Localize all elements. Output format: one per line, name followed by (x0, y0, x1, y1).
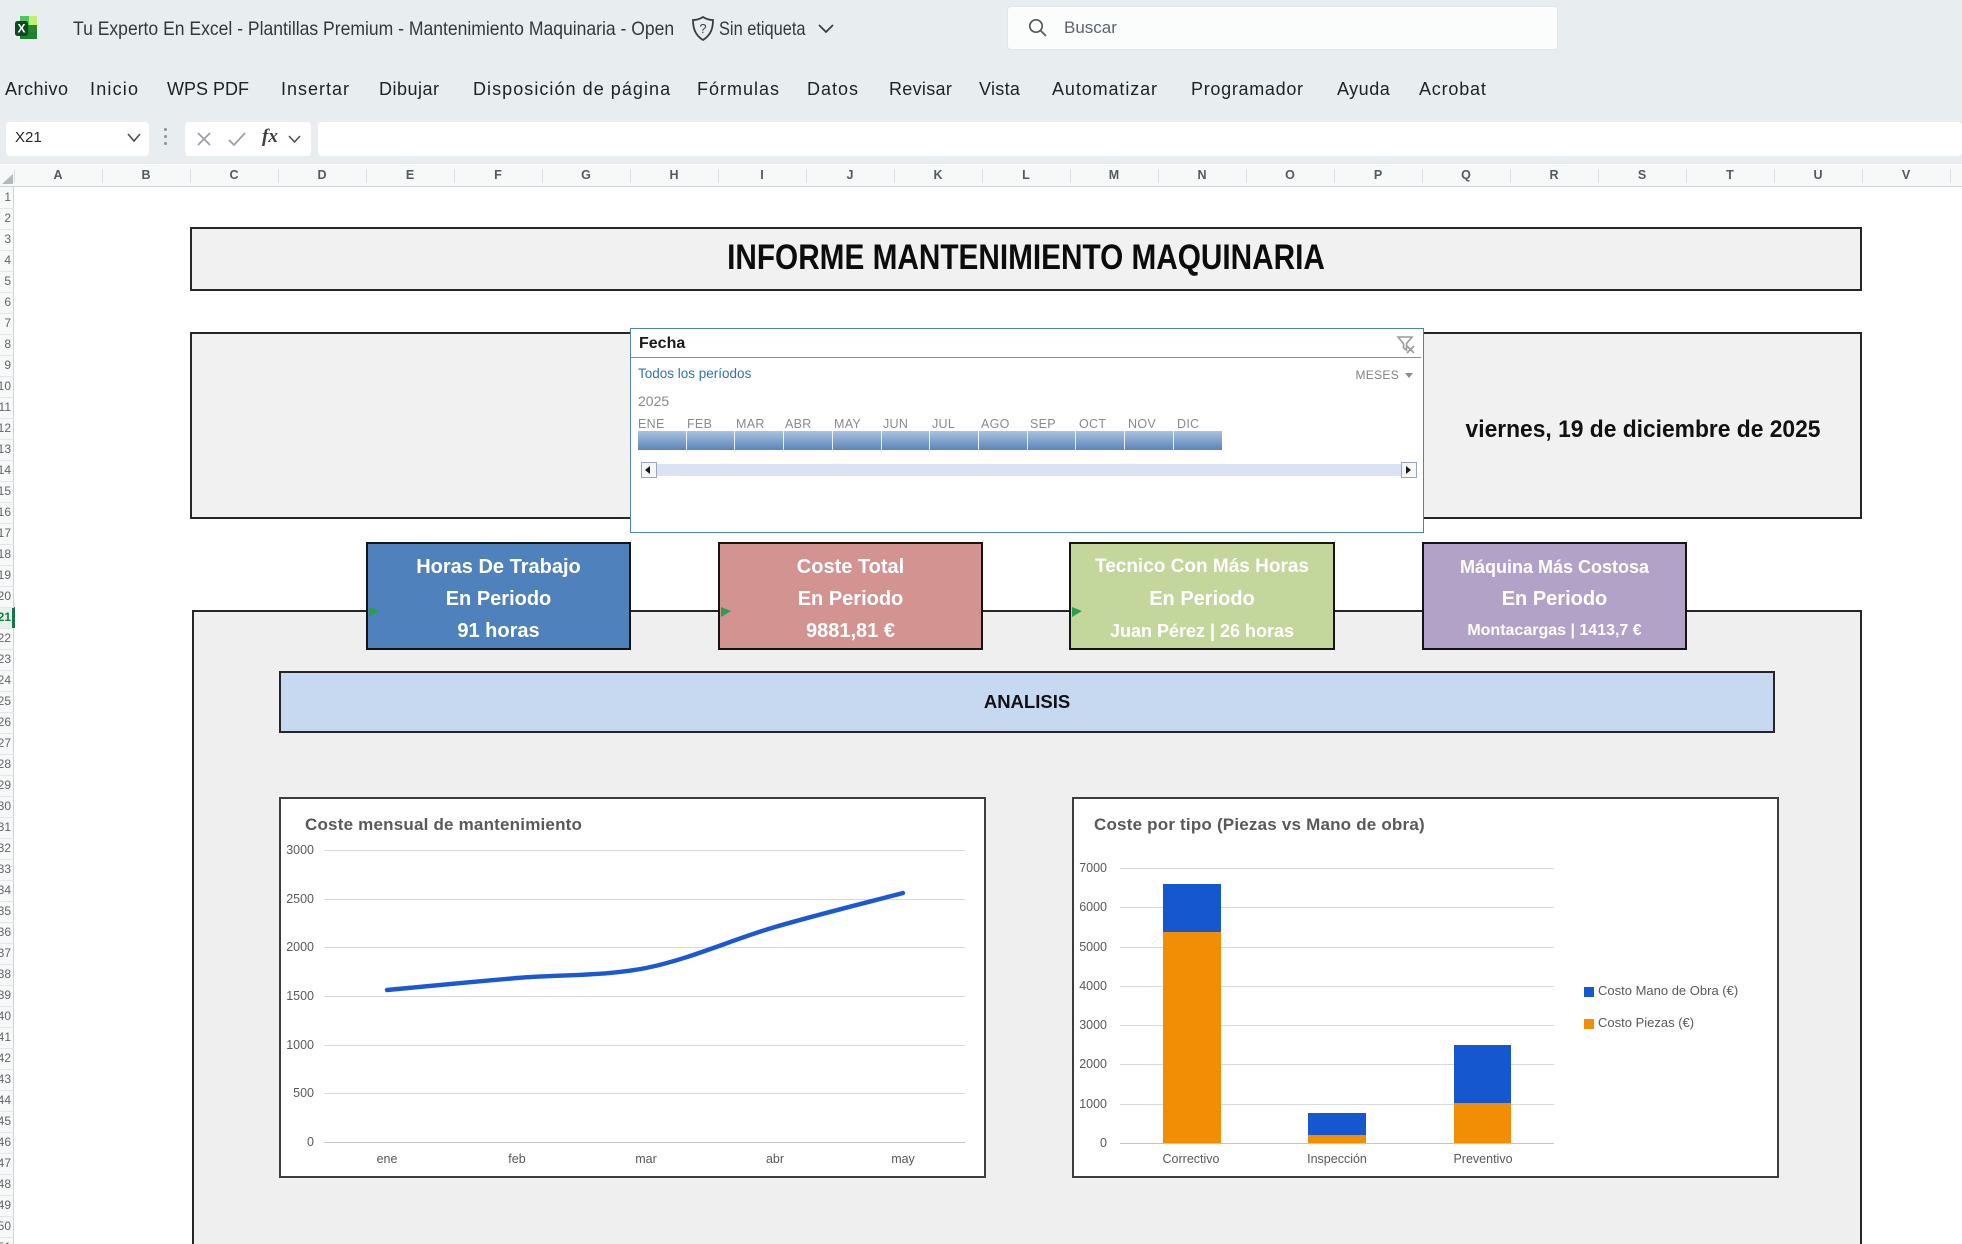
svg-text:?: ? (699, 21, 706, 36)
svg-text:X: X (17, 22, 25, 36)
